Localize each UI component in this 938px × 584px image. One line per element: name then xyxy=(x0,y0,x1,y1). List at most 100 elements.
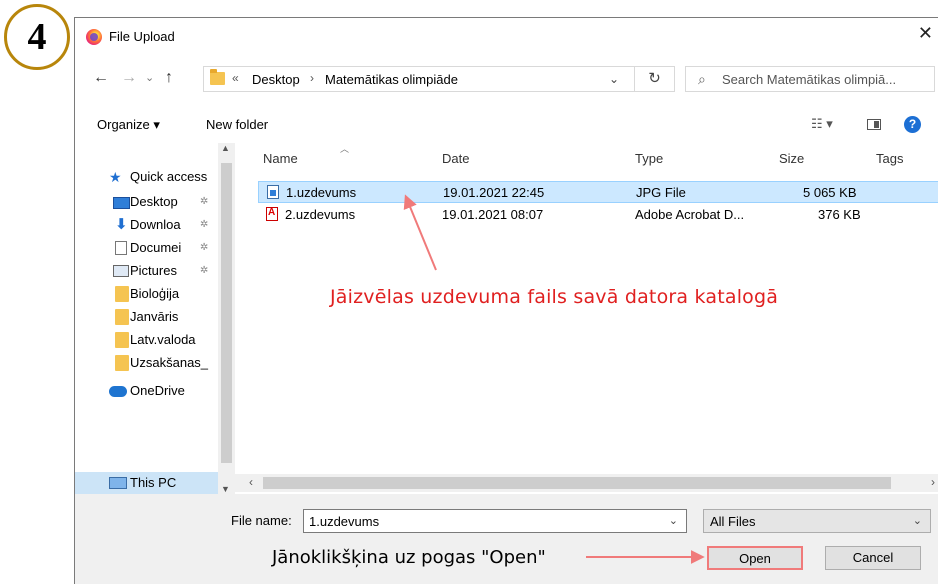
folder-icon xyxy=(115,309,129,325)
dialog-footer: File name: 1.uzdevums ⌄ All Files ⌄ Open… xyxy=(75,494,938,584)
scrollbar-thumb[interactable] xyxy=(263,477,891,489)
sidebar-item-label: Latv.valoda xyxy=(130,332,196,347)
scroll-left-icon[interactable]: ‹ xyxy=(249,475,253,489)
pin-icon: ✲ xyxy=(200,242,209,253)
file-name-value: 1.uzdevums xyxy=(309,514,380,529)
sidebar-item-this-pc[interactable]: This PC xyxy=(75,472,215,494)
sidebar-item-documents[interactable]: Documei ✲ xyxy=(75,237,215,259)
sidebar-item-label: Desktop xyxy=(130,194,178,209)
chevron-down-icon[interactable]: ⌄ xyxy=(609,72,619,86)
scroll-down-icon[interactable]: ▼ xyxy=(221,484,230,494)
open-button[interactable]: Open xyxy=(707,546,803,570)
sidebar-item-label: This PC xyxy=(130,475,177,490)
sidebar-item-quick-access[interactable]: ★ Quick access xyxy=(75,166,215,188)
sidebar-vertical-scrollbar[interactable]: ▲ ▼ xyxy=(218,143,235,495)
chevron-down-icon[interactable]: ⌄ xyxy=(669,514,678,527)
sidebar-item-label: Uzsakšanas_ xyxy=(130,355,209,370)
breadcrumb-current-folder[interactable]: Matemātikas olimpiāde xyxy=(325,72,458,87)
sidebar-item-label: Pictures xyxy=(130,263,177,278)
download-icon: ⬇ xyxy=(115,216,128,233)
open-button-annotation: Jānoklikšķina uz pogas "Open" xyxy=(272,547,546,568)
column-header-tags[interactable]: Tags xyxy=(876,151,903,166)
sort-ascending-icon: ︿ xyxy=(340,144,350,154)
title-bar: File Upload ✕ xyxy=(75,18,938,54)
pdf-file-icon xyxy=(266,207,278,221)
view-options-icon[interactable]: ☷ ▾ xyxy=(811,116,833,132)
help-icon[interactable]: ? xyxy=(904,116,921,133)
pc-icon xyxy=(109,477,127,489)
navigation-row: ← → ⌄ ↑ « Desktop › Matemātikas olimpiād… xyxy=(75,62,938,96)
sidebar-item-label: Bioloģija xyxy=(130,286,180,301)
pin-icon: ✲ xyxy=(200,196,209,207)
sidebar-item-label: Janvāris xyxy=(130,309,179,324)
file-type: JPG File xyxy=(636,185,686,200)
sidebar-item-label: Quick access xyxy=(130,169,208,184)
folder-icon xyxy=(115,355,129,371)
preview-pane-icon[interactable] xyxy=(867,119,881,130)
scrollbar-thumb[interactable] xyxy=(221,163,232,463)
search-icon: ⌕ xyxy=(698,71,706,87)
sidebar-item-latv-valoda[interactable]: Latv.valoda xyxy=(75,329,215,351)
recent-locations-icon[interactable]: ⌄ xyxy=(145,68,154,88)
list-horizontal-scrollbar[interactable]: ‹ › xyxy=(235,474,938,492)
file-date: 19.01.2021 22:45 xyxy=(443,185,545,200)
command-toolbar: Organize ▾ New folder ☷ ▾ ? xyxy=(75,110,938,140)
address-bar[interactable]: « Desktop › Matemātikas olimpiāde ⌄ xyxy=(203,66,635,92)
file-date: 19.01.2021 08:07 xyxy=(442,207,544,222)
navigation-pane: ★ Quick access Desktop ✲ ⬇ Downloa ✲ Doc… xyxy=(75,143,235,498)
file-name-label: File name: xyxy=(231,513,292,528)
chevron-down-icon[interactable]: ⌄ xyxy=(913,514,922,527)
select-file-annotation: Jāizvēlas uzdevuma fails savā datora kat… xyxy=(330,286,779,308)
scroll-right-icon[interactable]: › xyxy=(931,475,935,489)
column-header-type[interactable]: Type xyxy=(635,151,663,166)
step-number-badge: 4 xyxy=(4,4,70,70)
breadcrumb-desktop[interactable]: Desktop xyxy=(252,72,300,87)
column-header-size[interactable]: Size xyxy=(779,151,804,166)
folder-icon xyxy=(115,286,129,302)
step-number: 4 xyxy=(27,16,47,58)
search-placeholder: Search Matemātikas olimpiā... xyxy=(722,72,897,87)
sidebar-item-janvaris[interactable]: Janvāris xyxy=(75,306,215,328)
sidebar-item-uzsaksanas[interactable]: Uzsakšanas_ xyxy=(75,352,215,374)
new-folder-button[interactable]: New folder xyxy=(206,117,268,132)
file-size: 5 065 KB xyxy=(803,185,857,200)
sidebar-item-label: Downloa xyxy=(130,217,181,232)
sidebar-item-pictures[interactable]: Pictures ✲ xyxy=(75,260,215,282)
address-chevron-icon[interactable]: « xyxy=(232,71,239,85)
file-type-filter-select[interactable]: All Files ⌄ xyxy=(703,509,931,533)
sidebar-item-desktop[interactable]: Desktop ✲ xyxy=(75,191,215,213)
back-arrow-icon[interactable]: ← xyxy=(93,68,109,88)
window-title: File Upload xyxy=(109,29,175,44)
folder-icon xyxy=(115,332,129,348)
column-header-date[interactable]: Date xyxy=(442,151,469,166)
file-row[interactable]: 2.uzdevums 19.01.2021 08:07 Adobe Acroba… xyxy=(258,204,938,226)
star-icon: ★ xyxy=(109,169,122,185)
up-arrow-icon[interactable]: ↑ xyxy=(165,68,173,88)
document-icon xyxy=(115,241,127,255)
image-file-icon xyxy=(267,185,279,199)
pictures-icon xyxy=(113,265,129,277)
sidebar-item-label: OneDrive xyxy=(130,383,185,398)
breadcrumb-separator-icon[interactable]: › xyxy=(310,71,314,85)
file-type-filter-value: All Files xyxy=(710,514,756,529)
file-size: 376 KB xyxy=(818,207,861,222)
cancel-button[interactable]: Cancel xyxy=(825,546,921,570)
forward-arrow-icon[interactable]: → xyxy=(121,68,137,88)
organize-button[interactable]: Organize ▾ xyxy=(97,117,160,133)
file-name-input[interactable]: 1.uzdevums ⌄ xyxy=(303,509,687,533)
refresh-icon[interactable]: ↻ xyxy=(635,66,675,92)
sidebar-item-onedrive[interactable]: OneDrive xyxy=(75,380,215,402)
file-row[interactable]: 1.uzdevums 19.01.2021 22:45 JPG File 5 0… xyxy=(258,181,938,203)
sidebar-item-downloads[interactable]: ⬇ Downloa ✲ xyxy=(75,214,215,236)
sidebar-item-biologija[interactable]: Bioloģija xyxy=(75,283,215,305)
firefox-icon xyxy=(86,29,102,45)
scroll-up-icon[interactable]: ▲ xyxy=(221,143,230,153)
search-input[interactable]: ⌕ Search Matemātikas olimpiā... xyxy=(685,66,935,92)
column-header-name[interactable]: Name xyxy=(263,151,298,166)
close-icon[interactable]: ✕ xyxy=(918,24,933,42)
file-name: 1.uzdevums xyxy=(286,185,357,200)
cloud-icon xyxy=(109,386,127,397)
pin-icon: ✲ xyxy=(200,219,209,230)
file-name: 2.uzdevums xyxy=(285,207,356,222)
pin-icon: ✲ xyxy=(200,265,209,276)
